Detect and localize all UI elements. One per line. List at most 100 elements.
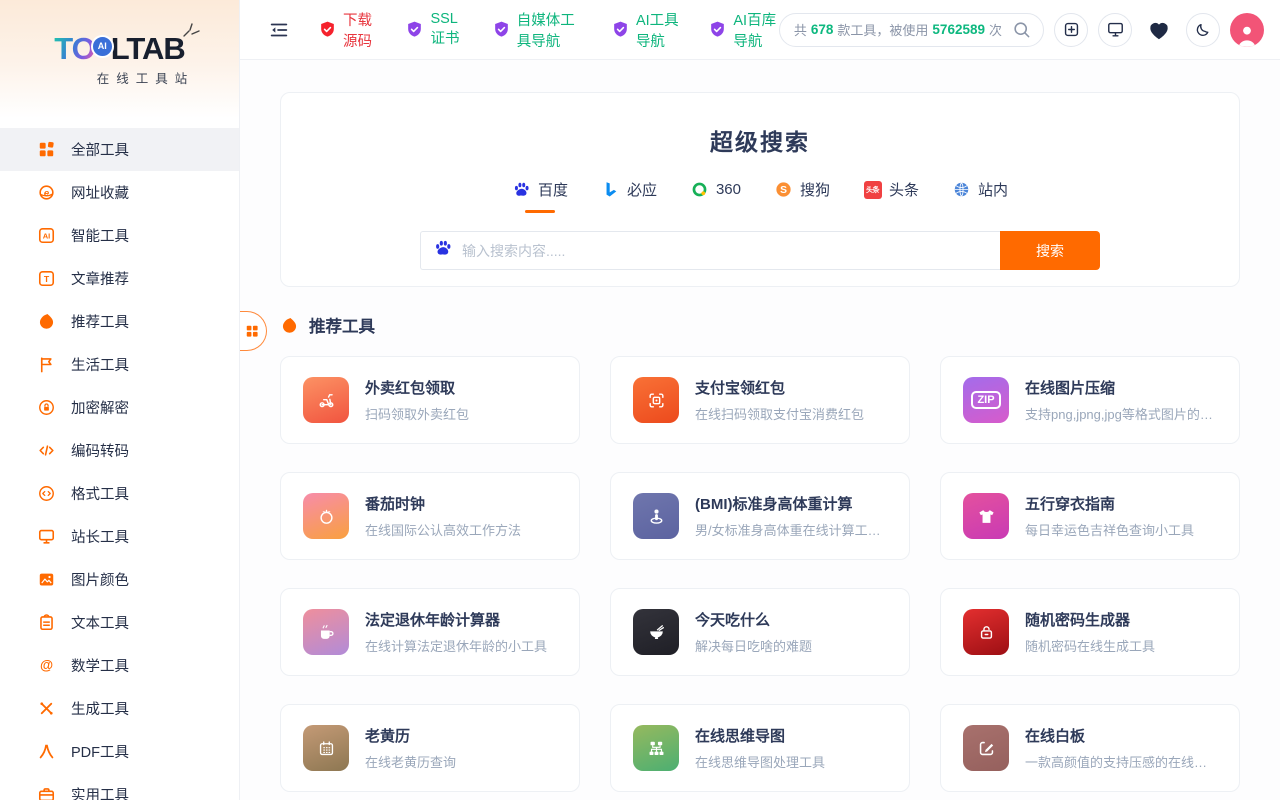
clipboard-icon [36,613,56,633]
tool-card[interactable]: 五行穿衣指南 每日幸运色吉祥色查询小工具 [940,472,1240,560]
recommend-edge-tab[interactable] [240,311,267,351]
sidebar-item[interactable]: 加密解密 [0,386,239,429]
flame-icon [36,312,56,332]
tool-card[interactable]: 在线思维导图 在线思维导图处理工具 [610,704,910,792]
scan-icon [633,377,679,423]
baidu-icon [433,238,453,263]
logo-text-suffix: LTAB [111,31,185,67]
tshirt-icon [963,493,1009,539]
sidebar-item[interactable]: T 文章推荐 [0,257,239,300]
svg-text:T: T [43,274,49,284]
sidebar-item[interactable]: @ 数学工具 [0,644,239,687]
shield-check-icon [318,20,337,39]
top-nav-link[interactable]: SSL证书 [405,11,464,48]
search-icon [1012,20,1031,39]
flame-icon [280,316,299,335]
image-icon [36,570,56,590]
coffee-cup-icon [303,609,349,655]
shield-check-icon [708,20,727,39]
sidebar-item[interactable]: 图片颜色 [0,558,239,601]
topbar: 下载源码 SSL证书 自媒体工具导航 AI工具导航 AI百库导航 共 678 款… [240,0,1280,60]
article-icon: T [36,269,56,289]
ai-square-icon: AI [36,226,56,246]
svg-text:@: @ [39,657,52,672]
desktop-mode-button[interactable] [1098,13,1132,47]
logo-text-prefix: TO [54,31,95,67]
stats-tools-count: 678 [811,22,834,37]
dark-mode-button[interactable] [1186,13,1220,47]
sidebar-item[interactable]: PDF工具 [0,730,239,773]
tool-card[interactable]: (BMI)标准身高体重计算 男/女标准身高体重在线计算工具，... [610,472,910,560]
recommend-section-title: 推荐工具 [309,313,375,337]
sidebar-item[interactable]: e 网址收藏 [0,171,239,214]
sidebar-item[interactable]: 生活工具 [0,343,239,386]
mindmap-icon [633,725,679,771]
flag-icon [36,355,56,375]
menu-fold-icon [268,19,290,41]
top-nav-link[interactable]: 下载源码 [318,9,378,51]
engine-tab[interactable]: 百度 [512,179,568,204]
menu-fold-button[interactable] [264,15,294,45]
engine-tab[interactable]: 必应 [601,179,657,204]
format-circle-icon [36,484,56,504]
tool-card[interactable]: 支付宝领红包 在线扫码领取支付宝消费红包 [610,356,910,444]
tool-card[interactable]: 番茄时钟 在线国际公认高效工作方法 [280,472,580,560]
search-input[interactable] [462,243,988,259]
code-icon [36,441,56,461]
user-avatar[interactable] [1230,13,1264,47]
tool-card[interactable]: 老黄历 在线老黄历查询 [280,704,580,792]
main-area: 下载源码 SSL证书 自媒体工具导航 AI工具导航 AI百库导航 共 678 款… [240,0,1280,800]
sidebar-item[interactable]: 编码转码 [0,429,239,472]
sidebar-item[interactable]: 站长工具 [0,515,239,558]
tool-card[interactable]: 在线白板 一款高颜值的支持压感的在线白板小... [940,704,1240,792]
briefcase-icon [36,785,56,800]
plus-square-icon [1062,20,1081,39]
sidebar-menu: 全部工具 e 网址收藏 AI 智能工具 T 文章推荐 推荐工具 生活工具 加密解… [0,118,239,800]
sidebar-item[interactable]: 格式工具 [0,472,239,515]
engine-tab[interactable]: 头条 头条 [863,179,919,204]
pdf-icon [36,742,56,762]
sidebar-item[interactable]: 全部工具 [0,128,239,171]
scooter-icon [303,377,349,423]
engine-tab[interactable]: 360 [690,179,741,204]
top-nav-link[interactable]: AI工具导航 [611,9,681,51]
sogou-icon: S [774,180,793,199]
sidebar-item[interactable]: 生成工具 [0,687,239,730]
tool-card[interactable]: 法定退休年龄计算器 在线计算法定退休年龄的小工具 [280,588,580,676]
stats-middle: 款工具，被使用 [837,20,928,39]
tools-icon [36,699,56,719]
sidebar-item[interactable]: 推荐工具 [0,300,239,343]
content: 超级搜索 百度 必应 360 S 搜狗 头条 头条 站内 [240,60,1280,800]
baidu-icon [512,180,531,199]
super-search-card: 超级搜索 百度 必应 360 S 搜狗 头条 头条 站内 [280,92,1240,287]
app: TO AI LTAB 在线工具站 全部工具 e 网址收藏 AI 智能工具 T 文… [0,0,1280,800]
stats-prefix: 共 [794,20,807,39]
stats-pill[interactable]: 共 678 款工具，被使用 5762589 次 [779,13,1044,47]
search-row: 搜索 [420,231,1100,270]
favorites-button[interactable] [1142,13,1176,47]
tool-card[interactable]: ZIP 在线图片压缩 支持png,jpng,jpg等格式图片的压缩 [940,356,1240,444]
tool-card[interactable]: 今天吃什么 解决每日吃啥的难题 [610,588,910,676]
tool-card[interactable]: 随机密码生成器 随机密码在线生成工具 [940,588,1240,676]
360-icon [690,180,709,199]
search-button[interactable]: 搜索 [1000,231,1100,270]
tomato-icon [303,493,349,539]
svg-text:e: e [43,188,49,199]
engine-tab[interactable]: 站内 [952,179,1008,204]
sparkle-icon [181,22,201,40]
logo[interactable]: TO AI LTAB 在线工具站 [0,0,239,118]
top-nav-link[interactable]: 自媒体工具导航 [492,9,584,51]
browser-icon: e [36,183,56,203]
engine-tab[interactable]: S 搜狗 [774,179,830,204]
grid-icon [245,324,259,338]
sidebar: TO AI LTAB 在线工具站 全部工具 e 网址收藏 AI 智能工具 T 文… [0,0,240,800]
top-nav-link[interactable]: AI百库导航 [708,9,778,51]
super-search-title: 超级搜索 [281,123,1239,157]
sidebar-item[interactable]: 文本工具 [0,601,239,644]
add-tool-button[interactable] [1054,13,1088,47]
sidebar-item[interactable]: 实用工具 [0,773,239,800]
shield-check-icon [611,20,630,39]
sidebar-item[interactable]: AI 智能工具 [0,214,239,257]
top-nav: 下载源码 SSL证书 自媒体工具导航 AI工具导航 AI百库导航 [318,9,779,51]
tool-card[interactable]: 外卖红包领取 扫码领取外卖红包 [280,356,580,444]
